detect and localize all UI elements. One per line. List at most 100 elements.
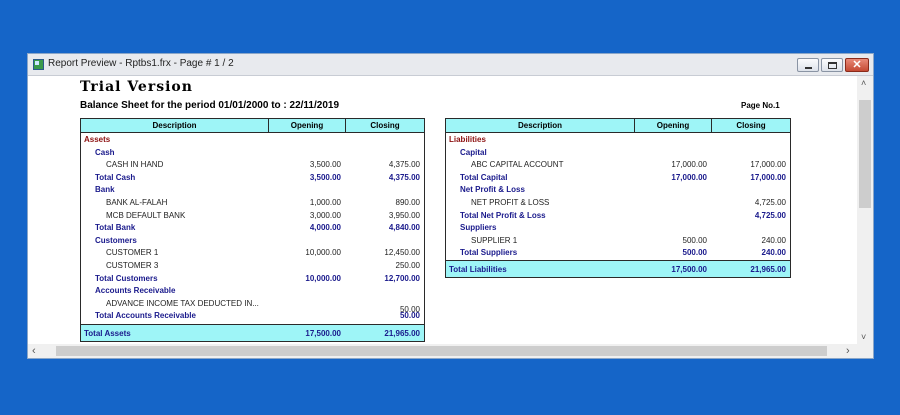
column-header-closing: Closing	[345, 119, 424, 132]
scroll-down-icon[interactable]: ˅	[861, 332, 866, 342]
table-row: NET PROFIT & LOSS 4,725.00	[446, 197, 790, 209]
row-description: Net Profit & Loss	[460, 185, 525, 195]
table-row: CUSTOMER 3 250.00	[81, 260, 424, 272]
row-closing: 4,375.00	[388, 172, 420, 182]
table-row: CUSTOMER 1 10,000.00 12,450.00	[81, 247, 424, 259]
horizontal-scroll-thumb[interactable]	[56, 346, 827, 356]
row-description: SUPPLIER 1	[471, 235, 518, 245]
table-row: Total Capital 17,000.00 17,000.00	[446, 172, 790, 184]
table-row: Total Customers 10,000.00 12,700.00	[81, 273, 424, 285]
row-opening: 4,000.00	[309, 223, 341, 233]
close-icon: ✕	[852, 59, 862, 71]
horizontal-scrollbar[interactable]: ‹ ›	[28, 344, 873, 358]
column-header-opening: Opening	[634, 119, 711, 132]
maximize-button[interactable]	[821, 58, 843, 72]
row-opening: 500.00	[682, 248, 707, 258]
row-description: Total Suppliers	[460, 248, 518, 258]
table-row: Total Accounts Receivable 50.00	[81, 310, 424, 322]
row-description: Suppliers	[460, 223, 497, 233]
row-description: Accounts Receivable	[95, 286, 176, 296]
row-closing: 4,840.00	[388, 223, 420, 233]
row-closing: 240.00	[761, 235, 786, 245]
row-description: Total Accounts Receivable	[95, 311, 196, 321]
table-row: Total Bank 4,000.00 4,840.00	[81, 222, 424, 234]
scroll-right-icon[interactable]: ›	[846, 346, 850, 357]
row-opening: 10,000.00	[305, 248, 341, 258]
row-description: NET PROFIT & LOSS	[471, 198, 550, 207]
footer-closing: 21,965.00	[750, 265, 786, 274]
report-title: Trial Version	[80, 79, 193, 95]
liabilities-table: Description Opening Closing Liabilities C…	[445, 118, 791, 278]
row-description: Total Customers	[95, 273, 158, 283]
row-closing: 17,000.00	[750, 160, 786, 170]
liabilities-table-header: Description Opening Closing	[446, 119, 790, 133]
report-page: Trial Version Balance Sheet for the peri…	[28, 76, 857, 344]
row-description: Customers	[95, 235, 137, 245]
table-row: Net Profit & Loss	[446, 184, 790, 196]
column-header-opening: Opening	[268, 119, 345, 132]
row-opening: 3,500.00	[309, 160, 341, 170]
row-description: Total Bank	[95, 223, 136, 233]
row-closing: 4,375.00	[388, 160, 420, 170]
row-opening: 17,000.00	[671, 160, 707, 170]
report-preview-window: Report Preview - Rptbs1.frx - Page # 1 /…	[27, 53, 874, 359]
table-row: CASH IN HAND 3,500.00 4,375.00	[81, 159, 424, 171]
table-row: ABC CAPITAL ACCOUNT 17,000.00 17,000.00	[446, 159, 790, 171]
row-opening: 500.00	[682, 235, 707, 245]
vertical-scrollbar[interactable]: ˄ ˅	[857, 76, 873, 344]
maximize-icon	[828, 62, 837, 69]
table-row: MCB DEFAULT BANK 3,000.00 3,950.00	[81, 210, 424, 222]
report-app-icon	[33, 59, 44, 70]
row-closing: 50.00	[399, 311, 420, 321]
row-opening: 3,000.00	[309, 210, 341, 220]
table-row: Total Cash 3,500.00 4,375.00	[81, 172, 424, 184]
assets-table-header: Description Opening Closing	[81, 119, 424, 133]
row-opening: 17,000.00	[671, 172, 707, 182]
close-button[interactable]: ✕	[845, 58, 869, 72]
row-description: ADVANCE INCOME TAX DEDUCTED IN...	[106, 298, 259, 308]
row-description: Total Net Profit & Loss	[460, 210, 546, 220]
page-number: Page No.1	[741, 101, 780, 110]
table-row: SUPPLIER 1 500.00 240.00	[446, 235, 790, 247]
column-header-description: Description	[517, 121, 562, 130]
row-closing: 3,950.00	[388, 210, 420, 220]
footer-description: Total Liabilities	[449, 265, 507, 274]
minimize-button[interactable]	[797, 58, 819, 72]
table-row: Capital	[446, 147, 790, 159]
table-row: Liabilities	[446, 134, 790, 146]
row-description: Liabilities	[449, 135, 486, 144]
liabilities-table-footer: Total Liabilities 17,500.00 21,965.00	[446, 260, 790, 277]
row-description: Assets	[84, 135, 111, 144]
table-row: Bank	[81, 184, 424, 196]
row-closing: 12,450.00	[384, 248, 420, 258]
row-description: CUSTOMER 3	[106, 261, 159, 270]
scroll-up-icon[interactable]: ˄	[861, 78, 866, 88]
row-description: Bank	[95, 185, 115, 195]
row-closing: 240.00	[761, 248, 786, 258]
vertical-scroll-thumb[interactable]	[859, 100, 871, 208]
table-row: Total Net Profit & Loss 4,725.00	[446, 210, 790, 222]
row-opening: 1,000.00	[309, 198, 341, 207]
assets-table: Description Opening Closing Assets Cash CA…	[80, 118, 425, 342]
row-description: ABC CAPITAL ACCOUNT	[471, 160, 564, 170]
row-closing: 12,700.00	[384, 273, 420, 283]
row-description: Total Capital	[460, 172, 508, 182]
table-row: Cash	[81, 147, 424, 159]
title-bar[interactable]: Report Preview - Rptbs1.frx - Page # 1 /…	[28, 54, 873, 76]
row-description: Total Cash	[95, 172, 136, 182]
row-description: Cash	[95, 147, 115, 157]
footer-opening: 17,500.00	[305, 329, 341, 338]
window-title: Report Preview - Rptbs1.frx - Page # 1 /…	[48, 58, 234, 69]
row-description: CUSTOMER 1	[106, 248, 159, 258]
column-header-description: Description	[152, 121, 197, 130]
footer-opening: 17,500.00	[671, 265, 707, 274]
footer-closing: 21,965.00	[384, 329, 420, 338]
footer-description: Total Assets	[84, 329, 131, 338]
report-period: Balance Sheet for the period 01/01/2000 …	[80, 100, 340, 111]
table-row: Suppliers	[446, 222, 790, 234]
row-closing: 890.00	[395, 198, 420, 207]
table-row: Total Suppliers 500.00 240.00	[446, 247, 790, 259]
table-row: ADVANCE INCOME TAX DEDUCTED IN... 50.00	[81, 298, 424, 314]
scroll-left-icon[interactable]: ‹	[32, 346, 36, 357]
row-description: BANK AL-FALAH	[106, 198, 168, 207]
